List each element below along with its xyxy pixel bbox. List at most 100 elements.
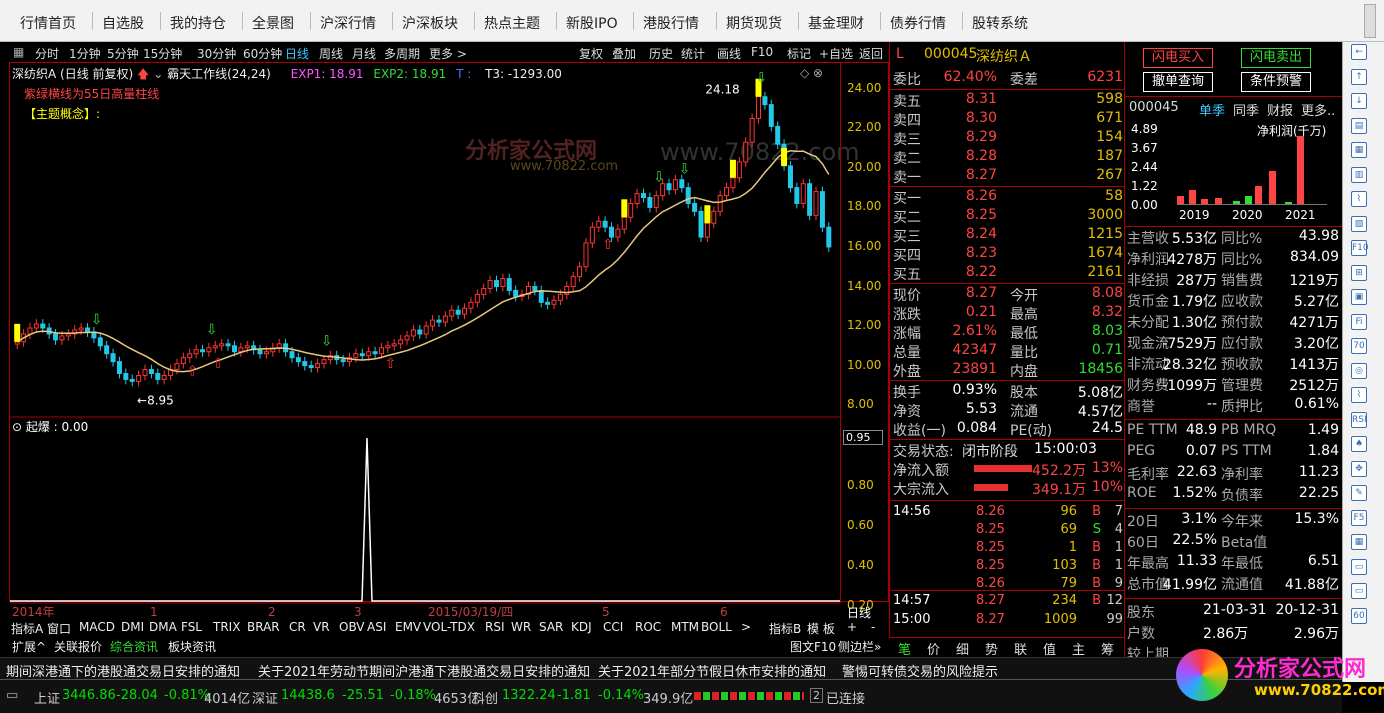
scrollbar[interactable]: [1364, 4, 1376, 38]
kline-svg[interactable]: 24.18 ←8.95 ⇩ ⇩ ⇩ ⇩ ⇩ ⇩ ⇧ ⇧ ⇧ ⇧ ⊙ 起爆 : 0.00 2014年 1 2 3 2…: [10, 63, 840, 623]
buy-level[interactable]: 买五 8.22 2161: [890, 264, 1125, 283]
indicator-tab[interactable]: BRAR: [247, 620, 280, 634]
indicator-tab[interactable]: MACD: [79, 620, 115, 634]
nav-item[interactable]: 港股行情: [643, 13, 699, 33]
nav-item[interactable]: 全景图: [252, 13, 294, 33]
quote-tab[interactable]: 笔: [898, 639, 911, 658]
period-10[interactable]: 更多 >: [429, 45, 467, 62]
bottom-tab[interactable]: 板块资讯: [168, 638, 216, 655]
period-2[interactable]: 5分钟: [107, 45, 139, 62]
toolbar-icon[interactable]: ⊞: [1351, 264, 1367, 281]
tool-button[interactable]: 标记: [787, 45, 811, 62]
quote-tab[interactable]: 价: [927, 639, 940, 658]
indicator-tab[interactable]: SAR: [539, 620, 563, 634]
period-3[interactable]: 15分钟: [143, 45, 182, 62]
buy-level[interactable]: 买二 8.25 3000: [890, 207, 1125, 226]
toolbar-icon[interactable]: ✎: [1351, 485, 1367, 501]
condition-alert-button[interactable]: 条件预警: [1241, 72, 1311, 92]
sz-index[interactable]: 14438.6: [281, 688, 335, 703]
period-4[interactable]: 30分钟: [197, 45, 236, 62]
fin-tab[interactable]: 更多..: [1301, 100, 1335, 119]
period-6[interactable]: 日线: [285, 45, 309, 62]
indicator-tab[interactable]: VR: [313, 620, 330, 634]
toolbar-icon[interactable]: Fi: [1351, 313, 1367, 330]
toolbar-icon[interactable]: RSI: [1351, 411, 1367, 428]
tool-button[interactable]: 历史: [649, 45, 673, 62]
toolbar-icon[interactable]: F5: [1351, 509, 1367, 526]
indicator-tab[interactable]: DMI: [121, 620, 144, 634]
indicator-tab[interactable]: OBV: [339, 620, 365, 634]
sidebar-tab[interactable]: 侧边栏»: [838, 638, 881, 655]
tool-button[interactable]: 统计: [681, 45, 705, 62]
period-8[interactable]: 月线: [352, 45, 376, 62]
indicator-tab[interactable]: KDJ: [571, 620, 592, 634]
tool-button[interactable]: 画线: [717, 45, 741, 62]
bottom-tab[interactable]: 综合资讯: [110, 638, 158, 655]
toolbar-icon[interactable]: ✥: [1351, 460, 1367, 477]
indicator-tab[interactable]: CR: [289, 620, 306, 634]
tool-button[interactable]: +自选: [819, 45, 853, 62]
f10-tab[interactable]: 图文F10: [790, 638, 836, 655]
toolbar-icon[interactable]: F10: [1351, 240, 1369, 256]
nav-item[interactable]: 行情首页: [20, 13, 76, 33]
nav-item[interactable]: 新股IPO: [566, 13, 618, 33]
fin-tab[interactable]: 财报: [1267, 100, 1293, 119]
indicator-tab[interactable]: ROC: [635, 620, 661, 634]
toolbar-icon[interactable]: ▤: [1351, 117, 1367, 134]
kc-index[interactable]: 1322.24: [502, 688, 556, 703]
toolbar-icon[interactable]: ▣: [1351, 289, 1367, 305]
indicator-tab[interactable]: DMA: [149, 620, 177, 634]
indicator-tab[interactable]: WR: [511, 620, 531, 634]
toolbar-icon[interactable]: ▦: [1351, 142, 1367, 158]
quote-tab[interactable]: 主: [1072, 639, 1085, 658]
sell-level[interactable]: 卖四 8.30 671: [890, 110, 1125, 129]
nav-item[interactable]: 期货现货: [726, 13, 782, 33]
nav-item[interactable]: 我的持仓: [170, 13, 226, 33]
menu-icon[interactable]: ▭: [6, 688, 18, 703]
indicator-tab[interactable]: 窗口: [47, 620, 71, 637]
sell-level[interactable]: 卖三 8.29 154: [890, 129, 1125, 148]
tool-button[interactable]: 叠加: [612, 45, 636, 62]
indicator-tab[interactable]: 指标B: [769, 620, 801, 637]
news-item[interactable]: 关于2021年部分节假日休市安排的通知: [598, 661, 826, 680]
indicator-tab[interactable]: VOL-TDX: [423, 620, 475, 634]
news-item[interactable]: 关于2021年劳动节期间沪港通下港股通交易日安排的通知: [258, 661, 590, 680]
kline-chart-area[interactable]: 深纺织A (日线 前复权) 🡅 ⌄ 霸天工作线(24,24) EXP1: 18.…: [9, 62, 889, 620]
quote-tab[interactable]: 值: [1043, 639, 1056, 658]
news-item[interactable]: 警惕可转债交易的风险提示: [842, 661, 998, 680]
indicator-tab[interactable]: CCI: [603, 620, 623, 634]
quote-tab[interactable]: 势: [985, 639, 998, 658]
tool-button[interactable]: 返回: [859, 45, 883, 62]
quote-tab[interactable]: 细: [956, 639, 969, 658]
nav-item[interactable]: 沪深行情: [320, 13, 376, 33]
period-7[interactable]: 周线: [319, 45, 343, 62]
bottom-tab[interactable]: 扩展^: [12, 638, 46, 655]
period-5[interactable]: 60分钟: [243, 45, 282, 62]
tool-button[interactable]: F10: [751, 45, 773, 59]
nav-item[interactable]: 热点主题: [484, 13, 540, 33]
flash-buy-button[interactable]: 闪电买入: [1143, 48, 1213, 68]
indicator-tab[interactable]: MTM: [671, 620, 699, 634]
toolbar-icon[interactable]: 60: [1351, 607, 1367, 624]
bottom-tab[interactable]: 关联报价: [54, 638, 102, 655]
toolbar-icon[interactable]: ↓: [1351, 93, 1367, 109]
indicator-tab[interactable]: 模 板: [807, 620, 835, 637]
sh-index[interactable]: 3446.86: [62, 688, 116, 703]
nav-item[interactable]: 债券行情: [890, 13, 946, 33]
toolbar-icon[interactable]: ▭: [1351, 558, 1367, 575]
toolbar-icon[interactable]: 70: [1351, 338, 1367, 354]
indicator-tab[interactable]: FSL: [181, 620, 202, 634]
sell-level[interactable]: 卖五 8.31 598: [890, 91, 1125, 110]
sell-level[interactable]: 卖二 8.28 187: [890, 148, 1125, 167]
toolbar-icon[interactable]: ⌇: [1351, 191, 1367, 207]
nav-item[interactable]: 沪深板块: [402, 13, 458, 33]
indicator-tab[interactable]: RSI: [485, 620, 505, 634]
nav-item[interactable]: 自选股: [102, 13, 144, 33]
indicator-tab[interactable]: ASI: [367, 620, 386, 634]
indicator-tab[interactable]: 指标A: [11, 620, 43, 637]
nav-item[interactable]: 股转系统: [972, 13, 1028, 33]
period-1[interactable]: 1分钟: [69, 45, 101, 62]
toolbar-icon[interactable]: ↑: [1351, 68, 1367, 85]
toolbar-icon[interactable]: ▧: [1351, 215, 1367, 232]
toolbar-icon[interactable]: ◎: [1351, 362, 1367, 379]
